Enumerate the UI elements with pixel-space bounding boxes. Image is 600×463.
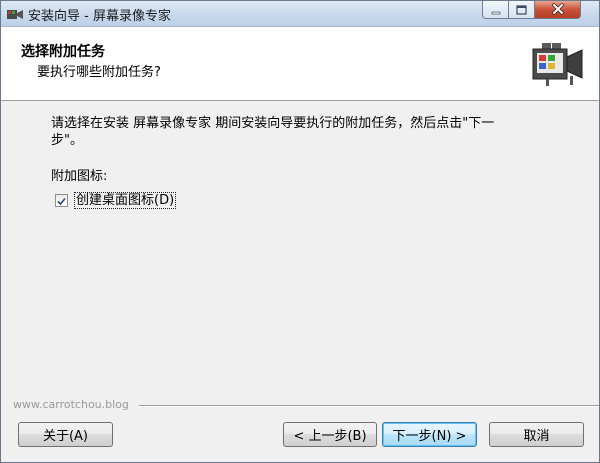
create-desktop-icon-label[interactable]: 创建桌面图标(D) <box>74 191 177 209</box>
instruction-line-2: 步"。 <box>51 133 83 148</box>
watermark-text: www.carrotchou.blog <box>13 398 129 411</box>
close-icon <box>551 1 565 19</box>
footer-separator <box>139 405 599 407</box>
installer-window: 安装向导 - 屏幕录像专家 选择附加任务 要执行哪些附加任务? 请选择在安装 屏… <box>0 0 600 463</box>
page-title: 选择附加任务 <box>21 44 105 60</box>
about-button[interactable]: 关于(A) <box>18 422 113 447</box>
maximize-button[interactable] <box>509 1 535 19</box>
next-button[interactable]: 下一步(N) > <box>382 422 477 447</box>
page-subtitle: 要执行哪些附加任务? <box>37 65 161 80</box>
video-camera-icon <box>530 43 584 87</box>
window-title: 安装向导 - 屏幕录像专家 <box>28 9 171 24</box>
instruction-line-1: 请选择在安装 屏幕录像专家 期间安装向导要执行的附加任务，然后点击"下一 <box>51 116 495 131</box>
wizard-header: 选择附加任务 要执行哪些附加任务? <box>1 27 599 101</box>
camera-app-icon <box>6 6 24 20</box>
maximize-icon <box>516 1 527 19</box>
back-button[interactable]: < 上一步(B) <box>283 422 377 447</box>
minimize-icon <box>491 1 501 19</box>
create-desktop-icon-option[interactable]: 创建桌面图标(D) <box>55 191 177 210</box>
cancel-button[interactable]: 取消 <box>489 422 584 447</box>
create-desktop-icon-checkbox[interactable] <box>55 191 68 210</box>
checkmark-icon <box>57 191 66 210</box>
minimize-button[interactable] <box>482 1 509 19</box>
close-button[interactable] <box>535 1 581 19</box>
additional-icons-label: 附加图标: <box>51 169 108 184</box>
title-bar[interactable]: 安装向导 - 屏幕录像专家 <box>1 1 599 27</box>
instruction-text: 请选择在安装 屏幕录像专家 期间安装向导要执行的附加任务，然后点击"下一 步"。 <box>51 115 551 149</box>
